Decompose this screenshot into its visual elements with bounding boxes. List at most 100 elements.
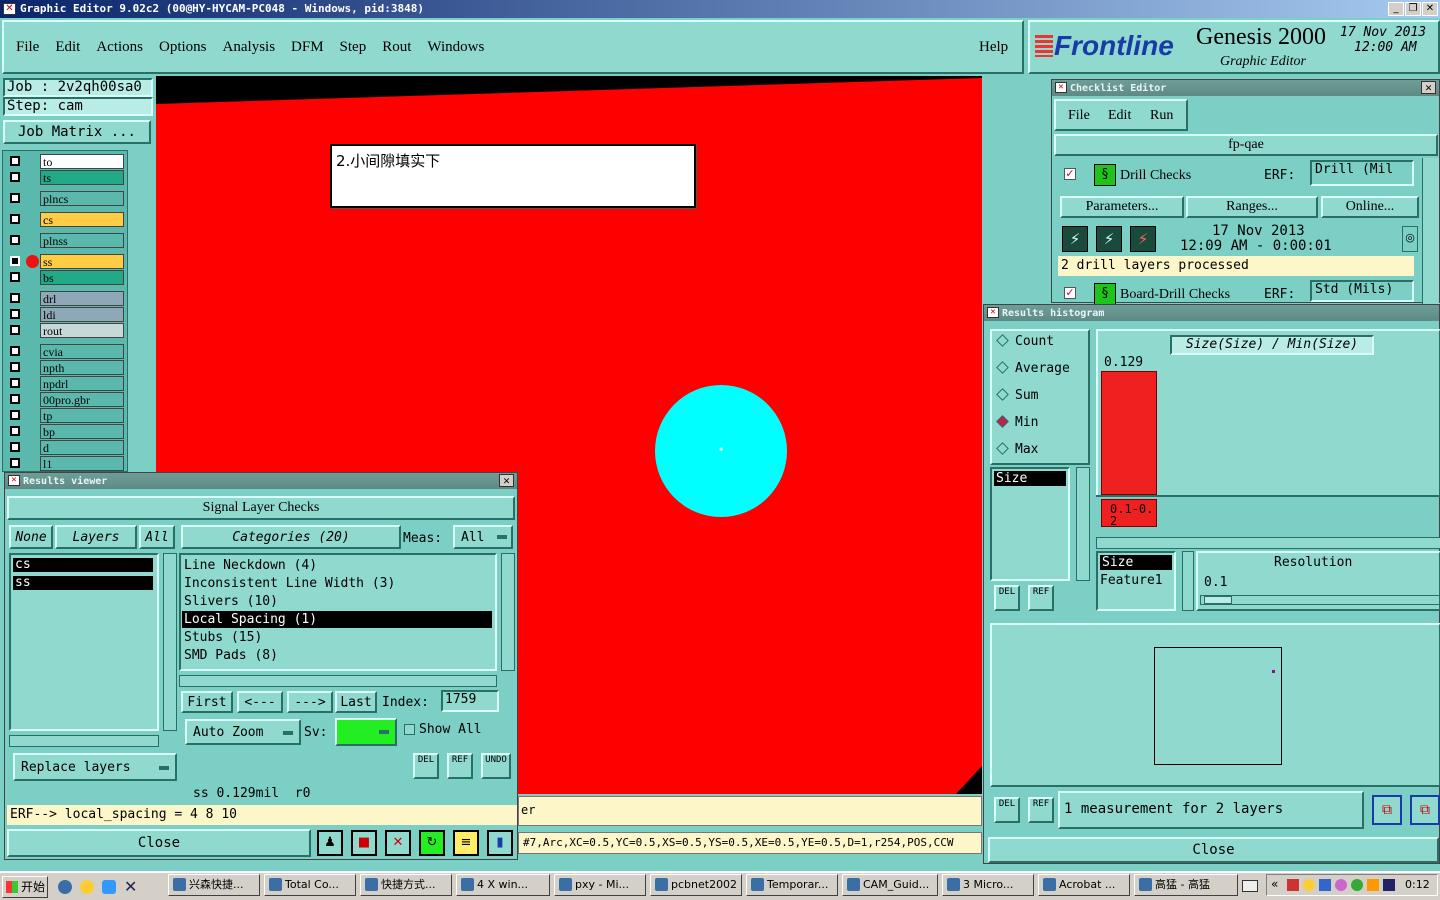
taskbar-item[interactable]: Temporar...	[746, 874, 838, 896]
tool-icon-6[interactable]: ▮	[487, 830, 513, 856]
layer-row-ldi[interactable]: ldi	[6, 307, 124, 322]
zoom-fit-icon[interactable]: ⧉	[1410, 795, 1440, 825]
tray-icon-2[interactable]	[1303, 879, 1315, 891]
layer-checkbox[interactable]	[10, 172, 20, 182]
category-item[interactable]: Local Spacing (1)	[182, 611, 492, 628]
menu-analysis[interactable]: Analysis	[223, 39, 276, 56]
layer-checkbox[interactable]	[10, 346, 20, 356]
preview-ref-button[interactable]: REF	[1028, 797, 1054, 823]
option-min[interactable]: Min	[996, 415, 1038, 430]
feature-list-size[interactable]: Size	[1100, 555, 1172, 570]
layer-row-to[interactable]: to	[6, 154, 124, 169]
layers-button[interactable]: Layers	[55, 525, 137, 549]
index-input[interactable]: 1759	[441, 690, 499, 712]
category-item[interactable]: Inconsistent Line Width (3)	[182, 575, 492, 592]
layer-checkbox[interactable]	[10, 309, 20, 319]
feature-list-feature1[interactable]: Feature1	[1100, 573, 1163, 588]
layer-row-npdrl[interactable]: npdrl	[6, 376, 124, 391]
tray-icon-4[interactable]	[1335, 879, 1347, 891]
menu-step[interactable]: Step	[340, 39, 367, 56]
layer-checkbox[interactable]	[10, 442, 20, 452]
option-average[interactable]: Average	[996, 361, 1070, 376]
hist-del-button[interactable]: DEL	[994, 585, 1020, 611]
checklist-menu-run[interactable]: Run	[1150, 108, 1173, 124]
size-list-scroll[interactable]	[1076, 467, 1090, 581]
taskbar-item[interactable]: pcbnet2002	[650, 874, 742, 896]
layer-row-cvia[interactable]: cvia	[6, 344, 124, 359]
layer-row-bp[interactable]: bp	[6, 424, 124, 439]
layer-checkbox[interactable]	[10, 458, 20, 468]
taskbar-item[interactable]: 兴森快捷...	[168, 874, 260, 896]
check2-erf-value[interactable]: Std (Mils)	[1310, 280, 1414, 302]
layer-checkbox[interactable]	[10, 426, 20, 436]
layer-checkbox[interactable]	[10, 214, 20, 224]
layer-result-ss[interactable]: ss	[13, 576, 153, 590]
tray-icon-5[interactable]	[1351, 879, 1363, 891]
checklist-menu-edit[interactable]: Edit	[1108, 108, 1131, 124]
none-button[interactable]: None	[9, 525, 53, 549]
resolution-slider-thumb[interactable]	[1204, 596, 1232, 604]
online-button[interactable]: Online...	[1321, 196, 1419, 218]
all-button[interactable]: All	[139, 525, 175, 549]
checklist-menu-file[interactable]: File	[1068, 108, 1090, 124]
layer-row-rout[interactable]: rout	[6, 323, 124, 338]
tray-icon-6[interactable]	[1367, 879, 1379, 891]
layer-checkbox[interactable]	[10, 410, 20, 420]
category-item[interactable]: Stubs (15)	[182, 629, 492, 646]
check1-erf-value[interactable]: Drill (Mil	[1310, 160, 1414, 186]
taskbar-item[interactable]: pxy - Mi...	[554, 874, 646, 896]
layer-checkbox[interactable]	[10, 378, 20, 388]
feature-list-scroll[interactable]	[1182, 551, 1194, 611]
layer-checkbox[interactable]	[10, 293, 20, 303]
tool-icon-5[interactable]: ≡	[453, 830, 479, 856]
start-button[interactable]: 开始	[2, 876, 48, 898]
tray-icon-7[interactable]	[1383, 879, 1395, 891]
auto-zoom-select[interactable]: Auto Zoom	[185, 719, 301, 745]
layer-checkbox[interactable]	[10, 235, 20, 245]
category-item[interactable]: Line Neckdown (4)	[182, 557, 492, 574]
parameters-button[interactable]: Parameters...	[1060, 196, 1184, 218]
menu-actions[interactable]: Actions	[96, 39, 143, 56]
hist-ref-button[interactable]: REF	[1028, 585, 1054, 611]
histogram-h-scroll[interactable]	[1096, 537, 1440, 549]
results-close-icon[interactable]: ✕	[499, 474, 514, 487]
expand-icon[interactable]: ◎	[1402, 226, 1418, 252]
taskbar-item[interactable]: 3 Micro...	[942, 874, 1034, 896]
close-window-button[interactable]: ✕	[1422, 2, 1438, 16]
layer-row-bs[interactable]: bs	[6, 270, 124, 285]
undo-button[interactable]: UNDO	[481, 753, 511, 779]
tray-icon-3[interactable]	[1319, 879, 1331, 891]
taskbar-item[interactable]: 快捷方式...	[360, 874, 452, 896]
layer-row-drl[interactable]: drl	[6, 291, 124, 306]
category-item[interactable]: SMD Pads (8)	[182, 647, 492, 664]
taskbar-item[interactable]: 4 X win...	[456, 874, 550, 896]
checklist-close-icon[interactable]: ✕	[1421, 81, 1436, 94]
replace-layers-select[interactable]: Replace layers	[13, 753, 177, 781]
menu-edit[interactable]: Edit	[55, 39, 80, 56]
category-item[interactable]: Slivers (10)	[182, 593, 492, 610]
stop-run-icon[interactable]: ⚡	[1130, 226, 1156, 252]
quicklaunch-browser-icon[interactable]	[102, 880, 116, 894]
menu-rout[interactable]: Rout	[382, 39, 411, 56]
layer-row-tp[interactable]: tp	[6, 408, 124, 423]
sv-color-select[interactable]	[335, 718, 397, 746]
layer-row-l1[interactable]: l1	[6, 456, 124, 471]
keyboard-icon[interactable]	[1242, 880, 1258, 892]
option-max[interactable]: Max	[996, 442, 1038, 457]
size-list-item[interactable]: Size	[994, 471, 1066, 486]
minimize-button[interactable]: _	[1388, 2, 1404, 16]
layer-checkbox[interactable]	[10, 362, 20, 372]
option-sum[interactable]: Sum	[996, 388, 1038, 403]
menu-file[interactable]: File	[16, 39, 39, 56]
categories-hscroll[interactable]	[179, 675, 497, 687]
zoom-area-icon[interactable]: ⧉	[1372, 795, 1402, 825]
ranges-button[interactable]: Ranges...	[1186, 196, 1318, 218]
taskbar-item[interactable]: Acrobat ...	[1038, 874, 1130, 896]
prev-button[interactable]: <---	[237, 691, 283, 713]
ref-button[interactable]: REF	[447, 753, 473, 779]
results-close-button[interactable]: Close	[7, 829, 311, 857]
layer-checkbox[interactable]	[10, 256, 20, 266]
layer-row-cs[interactable]: cs	[6, 212, 124, 227]
meas-select[interactable]: All	[453, 525, 513, 549]
run-icon[interactable]: ⚡	[1062, 226, 1088, 252]
